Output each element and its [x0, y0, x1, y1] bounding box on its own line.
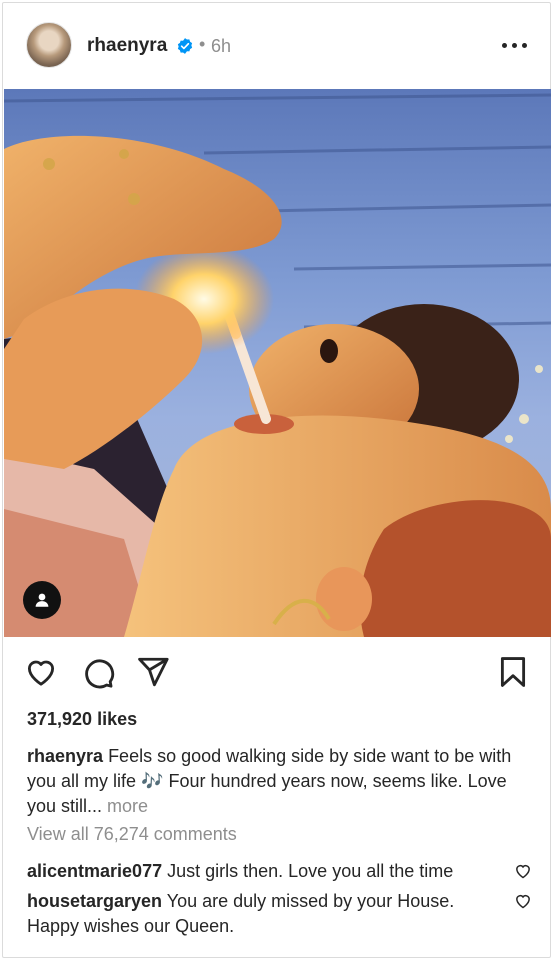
- post-username[interactable]: rhaenyra: [87, 35, 167, 57]
- caption-more-link[interactable]: more: [107, 796, 148, 816]
- more-options-icon: [502, 43, 507, 48]
- comment-item: housetargaryen You are duly missed by yo…: [27, 889, 507, 939]
- photo-illustration: [4, 93, 551, 637]
- post-actions: [3, 651, 550, 691]
- post-image[interactable]: [4, 89, 551, 637]
- verified-badge-icon: [177, 38, 193, 54]
- comment-username[interactable]: housetargaryen: [27, 891, 162, 911]
- comment-like-icon[interactable]: [514, 862, 532, 880]
- comment-username[interactable]: alicentmarie077: [27, 861, 162, 881]
- user-tag-button[interactable]: [23, 581, 61, 619]
- post-card: rhaenyra • 6h 371,920 likes rhaenyra Fee…: [2, 2, 551, 958]
- post-caption: rhaenyra Feels so good walking side by s…: [27, 744, 532, 819]
- comment-text: Just girls then. Love you all the time: [167, 861, 454, 881]
- user-tag-icon: [35, 593, 49, 607]
- heart-icon[interactable]: [24, 655, 58, 689]
- bookmark-icon[interactable]: [496, 655, 530, 689]
- likes-count[interactable]: 371,920 likes: [27, 709, 137, 730]
- comment-item: alicentmarie077 Just girls then. Love yo…: [27, 859, 507, 884]
- avatar[interactable]: [26, 22, 72, 68]
- comment-like-icon[interactable]: [514, 892, 532, 910]
- view-all-comments-link[interactable]: View all 76,274 comments: [27, 824, 237, 845]
- separator-dot: •: [199, 34, 206, 54]
- more-options-button[interactable]: [501, 35, 529, 55]
- post-timestamp[interactable]: 6h: [211, 36, 231, 57]
- comment-icon[interactable]: [81, 655, 115, 689]
- post-header: rhaenyra • 6h: [3, 3, 550, 89]
- caption-username[interactable]: rhaenyra: [27, 746, 103, 766]
- share-icon[interactable]: [136, 655, 170, 689]
